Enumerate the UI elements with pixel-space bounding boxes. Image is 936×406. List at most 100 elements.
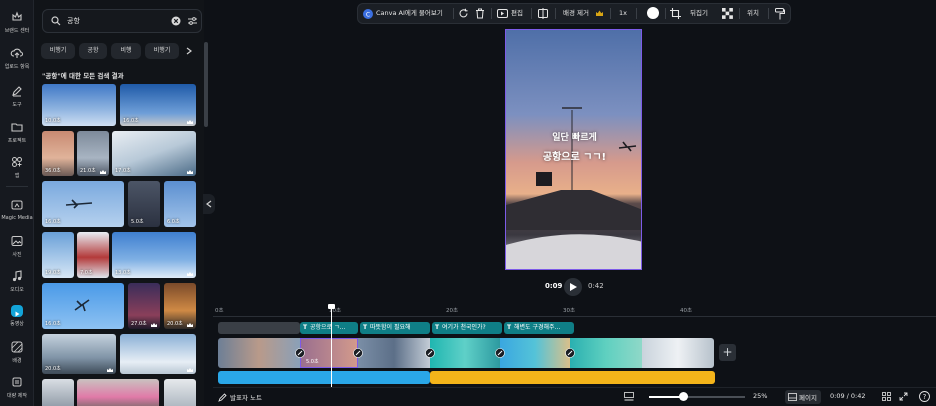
svg-text:?: ? xyxy=(923,393,927,401)
photo-icon xyxy=(11,236,23,246)
video-thumbnail[interactable]: 16.0초 xyxy=(42,283,124,329)
video-thumbnail[interactable]: 20.0초 xyxy=(42,334,116,374)
search-input[interactable]: 공항 xyxy=(42,9,202,33)
video-thumbnail[interactable] xyxy=(42,379,74,406)
current-time: 0:09 xyxy=(545,282,563,290)
rail-photos[interactable]: 사진 xyxy=(0,234,34,258)
search-panel: 공항 비행기 공항 비행 비행기 "공항"에 대한 모든 검색 결과 10.0초… xyxy=(34,0,204,406)
rail-bulk-create[interactable]: 대량 제작 xyxy=(0,375,34,399)
play-button[interactable] xyxy=(564,278,582,296)
add-clip-button[interactable]: + xyxy=(719,344,736,361)
premium-crown-icon xyxy=(151,323,157,327)
chip[interactable]: 비행기 xyxy=(145,43,179,59)
rail-uploads[interactable]: 업로드 항목 xyxy=(0,46,34,70)
rail-magic-media[interactable]: Magic Media xyxy=(0,198,34,221)
split-icon[interactable] xyxy=(538,8,548,19)
audio-clip[interactable] xyxy=(430,371,715,384)
ruler-tick: 0초 xyxy=(215,308,224,314)
video-thumbnail[interactable]: 13.0초 xyxy=(112,232,196,278)
text-clip[interactable]: T 따뜻함이 필요해 xyxy=(360,322,430,334)
transition-icon[interactable] xyxy=(565,348,575,358)
zoom-slider-knob[interactable] xyxy=(679,392,689,401)
rail-apps[interactable]: 앱 xyxy=(0,155,34,179)
ruler-baseline xyxy=(213,316,936,317)
text-clip[interactable]: T 공항으로 ㄱ... xyxy=(300,322,358,334)
video-thumbnail[interactable]: 36.0초 xyxy=(42,131,74,176)
collapse-panel-button[interactable] xyxy=(203,194,215,214)
transition-icon[interactable] xyxy=(425,348,435,358)
video-thumbnail[interactable]: 20.0초 xyxy=(164,283,196,329)
audio-clip[interactable] xyxy=(218,371,430,384)
text-clip-label: 따뜻함이 필요해 xyxy=(370,324,411,331)
video-clip[interactable] xyxy=(430,338,500,368)
ruler-tick: 20초 xyxy=(446,308,459,314)
playhead-handle[interactable] xyxy=(328,304,335,309)
video-thumbnail[interactable] xyxy=(77,379,159,406)
video-clip[interactable] xyxy=(500,338,570,368)
rail-tools[interactable]: 도구 xyxy=(0,84,34,108)
fullscreen-icon[interactable] xyxy=(899,392,908,401)
overlay-text-line1[interactable]: 일단 빠르게 xyxy=(506,130,641,143)
video-clip[interactable] xyxy=(218,338,300,368)
playhead[interactable] xyxy=(328,304,335,387)
volume-toggle[interactable] xyxy=(647,7,659,19)
ask-canva-ai-button[interactable]: Canva AI에게 물어보기 xyxy=(376,4,443,23)
transparency-icon[interactable] xyxy=(722,8,733,19)
clear-search-icon[interactable] xyxy=(171,16,181,26)
playback-speed-button[interactable]: 1x xyxy=(619,4,627,23)
video-thumbnail[interactable]: 16.0초 xyxy=(120,84,196,126)
rail-projects[interactable]: 프로젝트 xyxy=(0,120,34,144)
rail-videos[interactable]: 동영상 xyxy=(0,305,34,327)
filter-icon[interactable] xyxy=(187,16,198,26)
zoom-level[interactable]: 25% xyxy=(753,392,767,400)
ruler-tick: 30초 xyxy=(563,308,576,314)
timeline-toggle-icon[interactable] xyxy=(624,392,634,401)
video-thumbnail[interactable]: 7.0초 xyxy=(77,232,109,278)
flip-button[interactable]: 뒤집기 xyxy=(690,4,708,23)
video-thumbnail[interactable]: 5.0초 xyxy=(128,181,160,227)
transition-icon[interactable] xyxy=(353,348,363,358)
paint-roller-icon[interactable] xyxy=(775,8,785,20)
video-thumbnail[interactable]: 19.0초 xyxy=(42,232,74,278)
position-button[interactable]: 위치 xyxy=(747,4,759,23)
edit-button[interactable]: 편집 xyxy=(511,4,523,23)
video-thumbnail[interactable]: 16.0초 xyxy=(42,181,124,227)
overlay-text-line2[interactable]: 공항으로 ㄱㄱ! xyxy=(506,148,641,163)
panel-scrollbar[interactable] xyxy=(204,42,208,127)
zoom-slider[interactable] xyxy=(649,392,745,401)
chip[interactable]: 비행 xyxy=(111,43,141,59)
toolbar-divider xyxy=(453,8,454,19)
refresh-icon[interactable] xyxy=(458,8,469,19)
presenter-notes-button[interactable]: 발표자 노트 xyxy=(230,392,262,402)
transition-icon[interactable] xyxy=(495,348,505,358)
video-preview-frame[interactable]: 일단 빠르게 공항으로 ㄱㄱ! xyxy=(505,29,642,270)
video-thumbnail[interactable] xyxy=(120,334,196,374)
video-clip-selected[interactable]: 5.0초 xyxy=(300,338,358,368)
chip[interactable]: 공항 xyxy=(79,43,107,59)
text-clip[interactable]: T 여기가 천국인가? xyxy=(432,322,502,334)
text-clip[interactable]: T 해변도 구경해주... xyxy=(504,322,574,334)
chevron-right-icon[interactable] xyxy=(186,47,192,55)
rail-label: 오디오 xyxy=(10,287,24,293)
video-thumbnail[interactable]: 27.0초 xyxy=(128,283,160,329)
rail-audio[interactable]: 오디오 xyxy=(0,269,34,293)
text-track-placeholder[interactable] xyxy=(218,322,300,334)
video-thumbnail[interactable]: 17.0초 xyxy=(112,131,196,176)
crop-icon[interactable] xyxy=(670,8,681,19)
transition-icon[interactable] xyxy=(295,348,305,358)
chip[interactable]: 비행기 xyxy=(41,43,75,59)
video-thumbnail[interactable]: 10.0초 xyxy=(42,84,116,126)
video-thumbnail[interactable] xyxy=(164,379,196,406)
video-clip[interactable] xyxy=(358,338,430,368)
video-clip[interactable] xyxy=(570,338,642,368)
help-icon[interactable]: ? xyxy=(919,391,930,402)
video-clip[interactable] xyxy=(642,338,714,368)
rail-brand-center[interactable]: 브랜드 센터 xyxy=(0,10,34,34)
video-thumbnail[interactable]: 6.0초 xyxy=(164,181,196,227)
video-thumbnail[interactable]: 21.0초 xyxy=(77,131,109,176)
remove-background-button[interactable]: 배경 제거 xyxy=(563,4,589,23)
rail-backgrounds[interactable]: 배경 xyxy=(0,340,34,364)
grid-view-icon[interactable] xyxy=(882,392,891,401)
trash-icon[interactable] xyxy=(475,8,485,19)
page-view-button[interactable]: 페이지 xyxy=(785,390,821,404)
